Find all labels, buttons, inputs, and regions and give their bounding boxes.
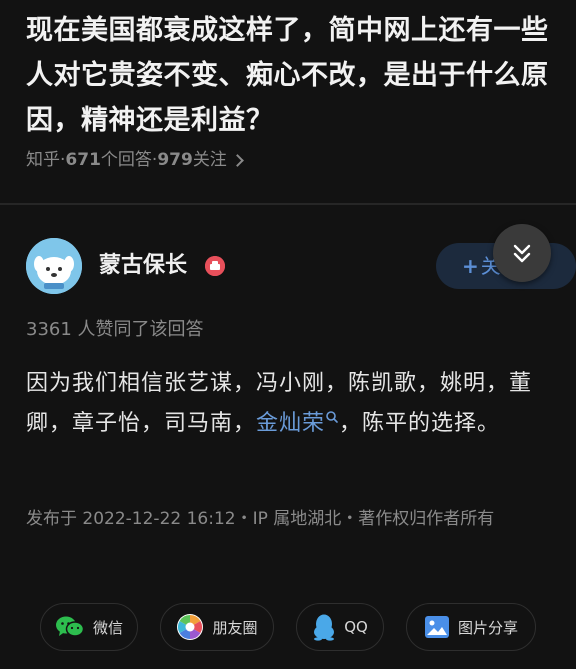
- answers-label: 个回答: [100, 150, 152, 170]
- answer-link-text: 金灿荣: [256, 411, 326, 436]
- share-row: 微信 朋友圈 QQ 图片分享: [0, 603, 576, 653]
- section-divider: [0, 203, 576, 205]
- verified-badge-icon: [205, 256, 225, 276]
- share-qq-label: QQ: [344, 618, 368, 636]
- answer-page: 现在美国都衰成这样了，简中网上还有一些人对它贵姿不变、痴心不改，是出于什么原因，…: [0, 0, 576, 669]
- share-moments-button[interactable]: 朋友圈: [160, 603, 274, 651]
- chevron-right-icon: [230, 153, 244, 167]
- answer-meta: 发布于 2022-12-22 16:12・IP 属地湖北・著作权归作者所有: [26, 509, 495, 529]
- qq-penguin-icon: [312, 613, 336, 641]
- follow-plus: +: [462, 254, 479, 278]
- share-image-button[interactable]: 图片分享: [406, 603, 536, 651]
- answer-link[interactable]: 金灿荣: [256, 411, 339, 436]
- answer-text-after: ，陈平的选择。: [339, 411, 501, 436]
- source-label: 知乎: [26, 150, 60, 170]
- author-avatar[interactable]: [26, 238, 82, 294]
- image-icon: [424, 615, 450, 639]
- share-qq-button[interactable]: QQ: [296, 603, 384, 651]
- collapse-button[interactable]: [493, 224, 551, 282]
- double-chevron-down-icon: [513, 244, 531, 263]
- followers-count: 979: [157, 150, 193, 170]
- share-wechat-button[interactable]: 微信: [40, 603, 138, 651]
- followers-label: 关注: [192, 150, 227, 170]
- question-title[interactable]: 现在美国都衰成这样了，简中网上还有一些人对它贵姿不变、痴心不改，是出于什么原因，…: [26, 8, 556, 143]
- search-icon: [326, 411, 338, 423]
- share-moments-label: 朋友圈: [212, 618, 258, 637]
- share-image-label: 图片分享: [457, 618, 518, 637]
- answers-count: 671: [65, 150, 101, 170]
- author-name[interactable]: 蒙古保长: [99, 250, 187, 282]
- votes-text[interactable]: 3361 人赞同了该回答: [26, 316, 204, 344]
- dog-avatar-icon: [26, 238, 82, 294]
- moments-icon: [176, 613, 204, 641]
- wechat-icon: [55, 615, 85, 639]
- question-meta[interactable]: 知乎 · 671 个回答 · 979 关注: [26, 147, 244, 173]
- share-wechat-label: 微信: [92, 618, 123, 637]
- answer-body: 因为我们相信张艺谋，冯小刚，陈凯歌，姚明，董卿，章子怡，司马南，金灿荣 ，陈平的选…: [26, 364, 546, 444]
